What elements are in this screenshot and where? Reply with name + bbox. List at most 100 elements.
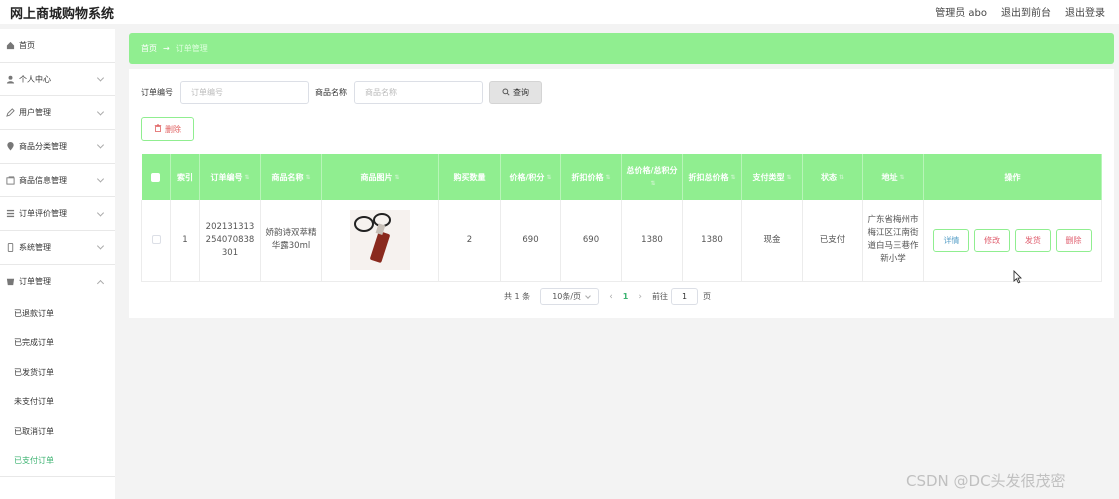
sidebar: 首页 个人中心 用户管理 商品分类管理 商品信息管理 订单评价管理 系统管理 订… [0,29,115,499]
cell-order-no-text: 202131313254070838301 [205,221,255,258]
sort-icon: ⇅ [899,173,905,181]
submenu-cancelled-orders[interactable]: 已取消订单 [0,417,115,447]
col-goods-name[interactable]: 商品名称 ⇅ [260,154,322,200]
home-icon [5,40,15,50]
delete-button[interactable]: 删除 [1055,228,1092,252]
cell-address: 广东省梅州市梅江区江南街道白马三巷作新小学 [862,200,924,282]
chevron-down-icon [96,175,105,183]
sort-icon: ⇅ [650,180,656,187]
chevron-down-icon [585,293,592,299]
orders-table: 索引 订单编号 ⇅ 商品名称 ⇅ 商品图片 ⇅ 购买数量 价格/积分 ⇅ 折扣价格 ⇅ 总… [141,154,1102,282]
batch-delete-button[interactable]: 删除 [141,117,194,141]
cell-discount-total: 1380 [682,200,742,282]
mouse-cursor-icon [1013,270,1022,284]
submenu-completed-orders[interactable]: 已完成订单 [0,328,115,358]
pagination: 共 1 条 10条/页 ‹ 1 › 前往 页 [504,288,711,305]
sort-icon: ⇅ [730,173,736,181]
sort-icon: ⇅ [305,173,311,181]
gallery-icon [5,175,15,185]
query-button-label: 查询 [513,88,529,97]
ship-button[interactable]: 发货 [1014,228,1051,252]
prev-page-icon[interactable]: ‹ [609,292,613,302]
search-icon [502,87,510,98]
sidebar-item-label: 订单评价管理 [19,209,67,219]
col-discount-price-label: 折扣价格 [571,172,604,182]
sidebar-item-label: 首页 [19,40,35,50]
sort-icon: ⇅ [786,173,792,181]
cell-operations: 详情 修改 发货 删除 [923,200,1102,282]
app-title: 网上商城购物系统 [10,7,115,22]
edit-button[interactable]: 修改 [974,228,1011,252]
page-size-select[interactable]: 10条/页 [540,288,600,305]
submenu-shipped-orders[interactable]: 已发货订单 [0,358,115,388]
sidebar-item-label: 商品信息管理 [19,175,67,185]
query-button[interactable]: 查询 [489,81,542,104]
sidebar-item-users[interactable]: 用户管理 [0,96,115,131]
col-status[interactable]: 状态 ⇅ [802,154,863,200]
col-address-label: 地址 [881,172,898,182]
order-no-input[interactable] [180,81,309,104]
chevron-up-icon [96,279,105,287]
sidebar-item-review[interactable]: 订单评价管理 [0,197,115,232]
sidebar-item-label: 用户管理 [19,108,51,118]
goto-label: 前往 [651,292,668,301]
page-number-current[interactable]: 1 [623,292,629,301]
col-pay-type[interactable]: 支付类型 ⇅ [741,154,803,200]
sidebar-item-home[interactable]: 首页 [0,29,115,63]
row-checkbox[interactable] [141,200,171,282]
submenu-paid-orders[interactable]: 已支付订单 [0,446,115,476]
sidebar-item-label: 商品分类管理 [19,141,67,151]
col-order-no[interactable]: 订单编号 ⇅ [199,154,261,200]
table-header-row: 索引 订单编号 ⇅ 商品名称 ⇅ 商品图片 ⇅ 购买数量 价格/积分 ⇅ 折扣价格 ⇅ 总… [141,154,1102,200]
col-total[interactable]: 总价格/总积分 ⇅ [621,154,683,200]
submenu-unpaid-orders[interactable]: 未支付订单 [0,387,115,417]
col-goods-name-label: 商品名称 [271,172,304,182]
cell-index: 1 [170,200,200,282]
logout-link[interactable]: 退出登录 [1065,4,1105,19]
sidebar-item-orders[interactable]: 订单管理 [0,265,115,299]
goods-name-label: 商品名称 [315,88,347,97]
breadcrumb-current: 订单管理 [175,44,208,53]
sidebar-item-profile[interactable]: 个人中心 [0,63,115,97]
col-discount-total[interactable]: 折扣总价格 ⇅ [682,154,742,200]
batch-delete-label: 删除 [165,124,181,134]
next-page-icon[interactable]: › [638,292,642,302]
pager-total: 共 1 条 [504,292,531,301]
goods-image [350,210,410,271]
sidebar-item-system[interactable]: 系统管理 [0,231,115,265]
col-goods-image[interactable]: 商品图片 ⇅ [321,154,439,200]
sidebar-item-goods[interactable]: 商品信息管理 [0,164,115,198]
col-address[interactable]: 地址 ⇅ [862,154,924,200]
list-icon [5,209,15,219]
col-order-no-label: 订单编号 [210,172,243,182]
order-icon [5,277,15,287]
col-pay-type-label: 支付类型 [752,172,785,182]
breadcrumb-home[interactable]: 首页 [141,43,157,54]
exit-to-front-link[interactable]: 退出到前台 [1001,4,1051,19]
page-size-value: 10条/页 [552,292,582,301]
cell-price: 690 [500,200,561,282]
top-bar: 网上商城购物系统 管理员 abo 退出到前台 退出登录 [0,0,1119,24]
col-operations: 操作 [923,154,1102,200]
main-panel: 订单编号 商品名称 查询 删除 索引 订单编号⇅ 商品名称⇅ 商品图片⇅ 购买数… [129,69,1114,318]
user-icon [5,74,15,84]
col-price[interactable]: 价格/积分 ⇅ [500,154,561,200]
table-row: 1 202131313254070838301 娇韵诗双萃精华露30ml 2 6… [141,200,1102,282]
submenu-refunded-orders[interactable]: 已退款订单 [0,299,115,329]
col-status-label: 状态 [820,172,837,182]
edit-icon [5,108,15,118]
sort-icon: ⇅ [244,173,250,181]
breadcrumb: 首页 → 订单管理 [129,33,1114,64]
top-links: 管理员 abo 退出到前台 退出登录 [935,4,1105,19]
chevron-down-icon [96,209,105,217]
col-discount-price[interactable]: 折扣价格 ⇅ [560,154,622,200]
sidebar-item-category[interactable]: 商品分类管理 [0,130,115,164]
order-submenu: 已退款订单 已完成订单 已发货订单 未支付订单 已取消订单 已支付订单 [0,299,115,477]
location-icon [5,141,15,151]
select-all-checkbox[interactable] [141,154,171,200]
goto-page-input[interactable] [670,288,698,305]
cell-pay-type: 现金 [741,200,803,282]
goods-name-input[interactable] [354,81,483,104]
detail-button[interactable]: 详情 [933,228,970,252]
col-price-label: 价格/积分 [509,172,545,182]
